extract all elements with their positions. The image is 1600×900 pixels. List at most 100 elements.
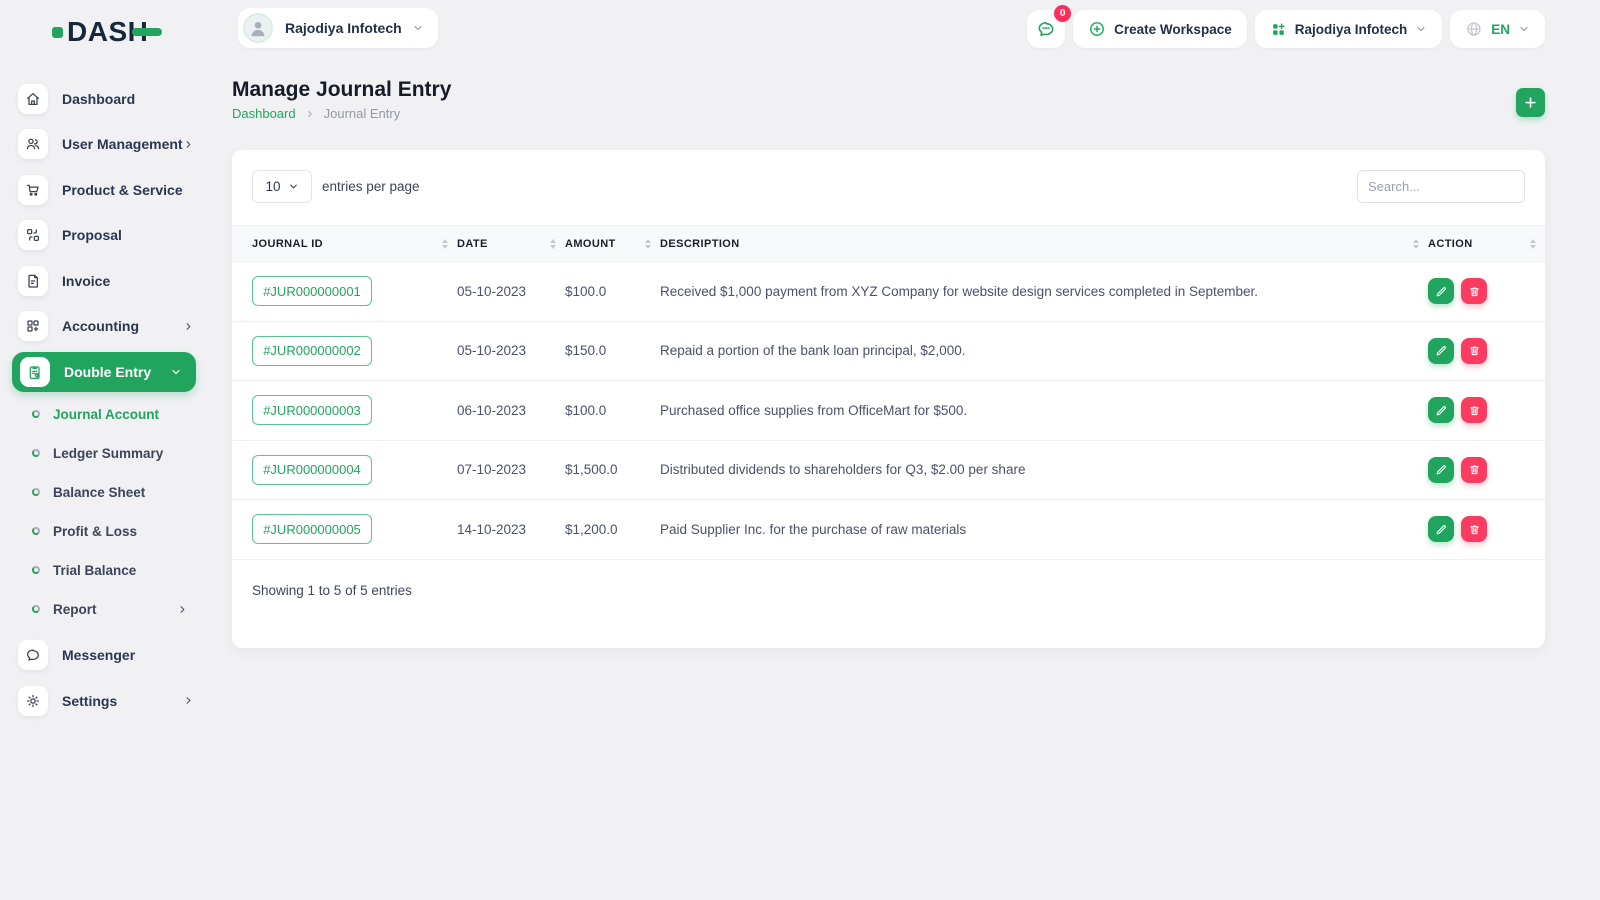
sidebar-item-invoice[interactable]: Invoice [0,258,212,304]
sidebar-item-label: Accounting [62,318,139,335]
date-cell: 06-10-2023 [457,380,565,441]
sidebar-subitem-label: Journal Account [53,406,160,422]
column-header-action[interactable]: ACTION [1428,225,1545,262]
edit-button[interactable] [1428,516,1454,543]
journal-id-badge[interactable]: #JUR000000002 [252,335,372,366]
breadcrumb: Dashboard Journal Entry [232,106,400,121]
column-header-description[interactable]: DESCRIPTION [660,225,1428,262]
delete-button[interactable] [1461,516,1487,543]
column-header-amount[interactable]: AMOUNT [565,225,660,262]
sidebar-subitem-ledger-summary[interactable]: Ledger Summary [0,434,212,473]
breadcrumb-separator-icon [305,109,315,119]
delete-button[interactable] [1461,278,1487,305]
workspace-selector[interactable]: Rajodiya Infotech [238,8,438,48]
amount-cell: $150.0 [565,321,660,381]
chat-bubble-icon [1038,21,1054,37]
bullet-icon [32,527,40,535]
logo-dash-icon [132,28,163,36]
pencil-icon [1436,346,1446,356]
sidebar-subitem-trial-balance[interactable]: Trial Balance [0,551,212,590]
delete-button[interactable] [1461,397,1487,424]
company-menu[interactable]: Rajodiya Infotech [1254,10,1443,48]
journal-id-badge[interactable]: #JUR000000004 [252,454,372,485]
clipboard-check-icon [20,356,50,387]
edit-button[interactable] [1428,337,1454,364]
chevron-down-icon [288,181,299,192]
home-icon [18,83,48,114]
pencil-icon [1436,465,1446,475]
pencil-icon [1436,405,1446,416]
journal-id-badge[interactable]: #JUR000000003 [252,395,372,426]
sidebar-item-settings[interactable]: Settings [0,678,212,724]
workspace-grid-icon [1270,21,1287,38]
sidebar-subitem-balance-sheet[interactable]: Balance Sheet [0,473,212,512]
sidebar-item-label: User Management [62,136,183,153]
amount-cell: $1,200.0 [565,499,660,560]
edit-button[interactable] [1428,278,1454,305]
add-journal-entry-button[interactable] [1516,88,1545,117]
amount-cell: $100.0 [565,261,660,322]
create-workspace-button[interactable]: Create Workspace [1073,10,1247,48]
journal-id-badge[interactable]: #JUR000000005 [252,514,372,545]
sidebar-item-messenger[interactable]: Messenger [0,633,212,679]
sidebar-subitem-profit-loss[interactable]: Profit & Loss [0,512,212,551]
amount-cell: $1,500.0 [565,440,660,500]
edit-button[interactable] [1428,456,1454,483]
sort-icon [1413,238,1419,249]
delete-button[interactable] [1461,337,1487,364]
plus-icon [1525,97,1536,108]
entries-per-page-select[interactable]: 10 [252,170,312,203]
trash-icon [1469,525,1479,534]
sidebar-item-label: Double Entry [64,363,152,380]
workspace-name: Rajodiya Infotech [285,20,402,36]
create-workspace-label: Create Workspace [1114,21,1232,37]
trash-icon [1469,287,1479,296]
sidebar-item-label: Invoice [62,272,111,289]
sort-icon [645,238,651,249]
sidebar-item-label: Dashboard [62,90,136,107]
search-input[interactable] [1357,170,1525,203]
table-summary: Showing 1 to 5 of 5 entries [252,582,412,598]
bullet-icon [32,449,40,457]
table-row: #JUR000000005 14-10-2023 $1,200.0 Paid S… [232,499,1545,560]
table-row: #JUR000000003 06-10-2023 $100.0 Purchase… [232,380,1545,441]
sidebar-item-dashboard[interactable]: Dashboard [0,76,212,122]
entries-per-page-value: 10 [265,179,281,194]
swap-boxes-icon [18,220,48,251]
sidebar-subitem-label: Ledger Summary [53,445,164,461]
description-cell: Received $1,000 payment from XYZ Company… [660,261,1428,322]
edit-button[interactable] [1428,397,1454,424]
bullet-icon [32,566,40,574]
sidebar-subitem-journal-account[interactable]: Journal Account [0,395,212,434]
messages-button[interactable]: 0 [1027,5,1072,48]
breadcrumb-dashboard-link[interactable]: Dashboard [232,106,296,121]
bullet-icon [32,605,40,613]
journal-id-badge[interactable]: #JUR000000001 [252,276,372,307]
trash-icon [1469,465,1479,475]
date-cell: 05-10-2023 [457,261,565,322]
sidebar-item-double-entry[interactable]: Double Entry [12,351,196,392]
cart-icon [18,174,48,205]
chevron-down-icon [170,366,182,378]
language-menu[interactable]: EN [1450,10,1545,48]
sidebar-subitem-report[interactable]: Report [0,590,212,629]
date-cell: 07-10-2023 [457,440,565,500]
sidebar-item-proposal[interactable]: Proposal [0,213,212,259]
brand-logo[interactable]: DASH [52,14,163,50]
date-cell: 05-10-2023 [457,321,565,381]
sidebar-item-label: Product & Service [62,181,183,198]
users-icon [18,129,48,160]
sidebar-subitem-label: Report [53,601,97,617]
sort-icon [550,238,556,249]
language-code: EN [1491,21,1510,37]
sidebar: DASH Dashboard User Management Product &… [0,0,212,900]
sidebar-item-user-management[interactable]: User Management [0,122,212,168]
sidebar-item-accounting[interactable]: Accounting [0,304,212,350]
column-header-date[interactable]: DATE [457,225,565,262]
gear-icon [18,685,48,716]
delete-button[interactable] [1461,456,1487,483]
sidebar-item-product-service[interactable]: Product & Service [0,167,212,213]
journal-entries-table: JOURNAL ID DATE AMOUNT DESCRIPTION ACTIO… [232,225,1545,560]
globe-icon [1465,20,1483,38]
column-header-journal-id[interactable]: JOURNAL ID [232,225,457,262]
